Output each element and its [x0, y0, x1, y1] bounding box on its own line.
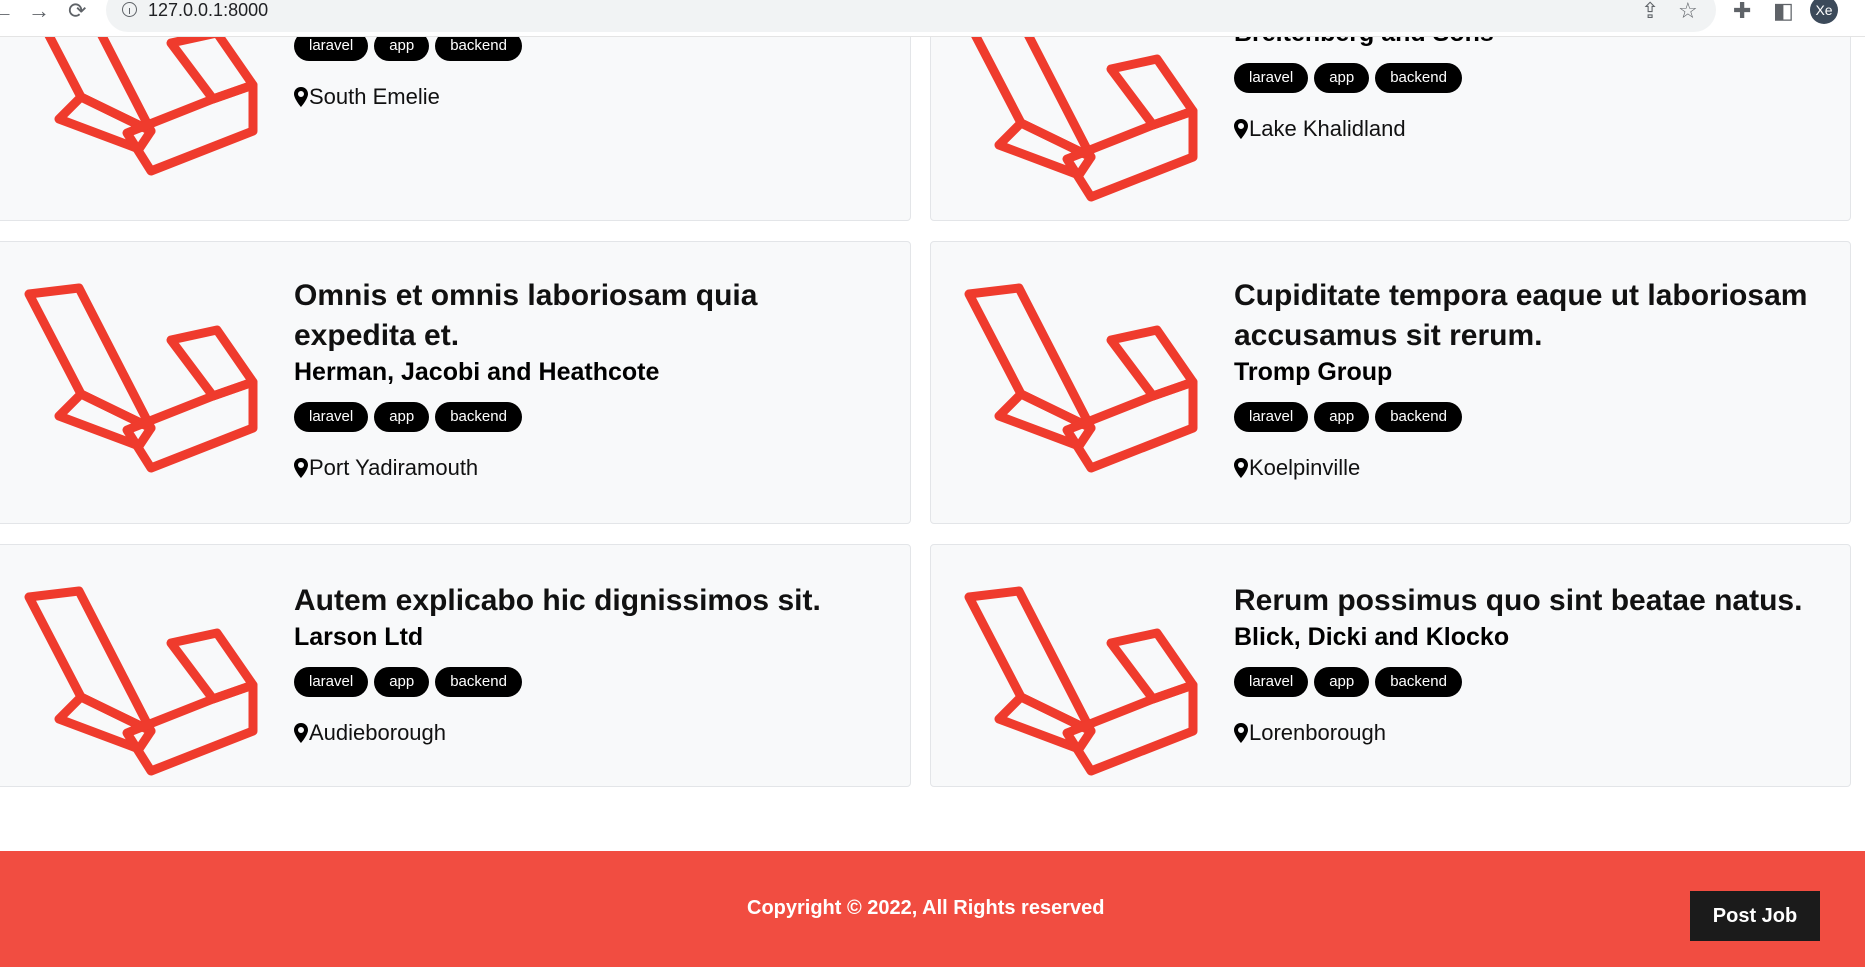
address-url[interactable]: 127.0.0.1:8000: [148, 0, 268, 21]
tag-laravel[interactable]: laravel: [1234, 667, 1309, 697]
job-location: South Emelie: [294, 83, 874, 111]
tag-laravel[interactable]: laravel: [1234, 63, 1309, 93]
tag-backend[interactable]: backend: [435, 667, 522, 697]
job-location: Port Yadiramouth: [294, 454, 874, 482]
tag-backend[interactable]: backend: [1375, 63, 1462, 93]
map-pin-icon: [294, 723, 308, 743]
tag-laravel[interactable]: laravel: [294, 402, 369, 432]
tag-app[interactable]: app: [374, 402, 430, 432]
job-location: Lorenborough: [1234, 719, 1814, 747]
job-location: Audieborough: [294, 719, 874, 747]
location-text: Port Yadiramouth: [309, 455, 479, 480]
forward-arrow-icon[interactable]: →: [28, 0, 50, 22]
tag-backend[interactable]: backend: [1375, 402, 1462, 432]
site-info-icon[interactable]: [122, 2, 137, 17]
laravel-logo-icon: [964, 586, 1198, 776]
tag-list: laravel app backend: [1234, 402, 1814, 432]
company-name: Herman, Jacobi and Heathcote: [294, 358, 660, 386]
profile-avatar[interactable]: Xe: [1810, 0, 1838, 24]
back-arrow-icon[interactable]: ←: [0, 0, 14, 22]
address-bar[interactable]: 127.0.0.1:8000 ⇪ ☆: [106, 0, 1716, 32]
laravel-logo-icon: [24, 283, 258, 473]
copyright-text: Copyright © 2022, All Rights reserved: [747, 897, 1105, 919]
post-job-button[interactable]: Post Job: [1690, 891, 1820, 941]
location-text: South Emelie: [309, 84, 440, 109]
share-icon[interactable]: ⇪: [1641, 0, 1659, 22]
tag-app[interactable]: app: [374, 667, 430, 697]
extensions-puzzle-icon[interactable]: ✚: [1733, 0, 1751, 22]
tag-list: laravel app backend: [1234, 667, 1814, 697]
job-details: Omnis et omnis laboriosam quia expedita …: [294, 276, 874, 482]
laravel-logo-icon: [964, 12, 1198, 202]
job-card[interactable]: Autem explicabo hic dignissimos sit. Lars…: [0, 544, 911, 787]
laravel-logo-icon: [964, 283, 1198, 473]
job-card[interactable]: Rerum possimus quo sint beatae natus. Bli…: [930, 544, 1851, 787]
company-name: Tromp Group: [1234, 358, 1393, 386]
tag-backend[interactable]: backend: [1375, 667, 1462, 697]
company-logo: [21, 581, 261, 786]
company-name: Blick, Dicki and Klocko: [1234, 623, 1510, 651]
laravel-logo-icon: [24, 586, 258, 776]
tag-app[interactable]: app: [1314, 667, 1370, 697]
job-title[interactable]: Autem explicabo hic dignissimos sit.: [294, 581, 874, 621]
location-text: Lake Khalidland: [1249, 116, 1406, 141]
company-logo: [961, 278, 1201, 483]
tag-backend[interactable]: backend: [435, 402, 522, 432]
job-card[interactable]: Omnis et omnis laboriosam quia expedita …: [0, 241, 911, 524]
company-logo: [961, 7, 1201, 212]
job-title[interactable]: Omnis et omnis laboriosam quia expedita …: [294, 276, 874, 356]
job-card[interactable]: Cupiditate tempora eaque ut laboriosam a…: [930, 241, 1851, 524]
map-pin-icon: [294, 458, 308, 478]
job-details: Rerum possimus quo sint beatae natus. Bli…: [1234, 581, 1814, 747]
location-text: Lorenborough: [1249, 720, 1387, 745]
job-location: Lake Khalidland: [1234, 115, 1814, 143]
reload-icon[interactable]: ⟳: [68, 0, 86, 22]
map-pin-icon: [1234, 723, 1248, 743]
job-location: Koelpinville: [1234, 454, 1814, 482]
location-text: Koelpinville: [1249, 455, 1361, 480]
company-name: Larson Ltd: [294, 623, 424, 651]
tag-laravel[interactable]: laravel: [1234, 402, 1309, 432]
tag-list: laravel app backend: [294, 667, 874, 697]
browser-toolbar: ← → ⟳ 127.0.0.1:8000 ⇪ ☆ ✚ ◧ Xe: [0, 0, 1865, 37]
footer: Copyright © 2022, All Rights reserved Po…: [0, 851, 1865, 967]
company-logo: [961, 581, 1201, 786]
company-logo: [21, 278, 261, 483]
side-panel-icon[interactable]: ◧: [1773, 0, 1794, 22]
job-details: Cupiditate tempora eaque ut laboriosam a…: [1234, 276, 1814, 482]
map-pin-icon: [294, 87, 308, 107]
job-title[interactable]: Rerum possimus quo sint beatae natus.: [1234, 581, 1814, 621]
tag-list: laravel app backend: [294, 402, 874, 432]
tag-app[interactable]: app: [1314, 63, 1370, 93]
map-pin-icon: [1234, 458, 1248, 478]
job-title[interactable]: Cupiditate tempora eaque ut laboriosam a…: [1234, 276, 1814, 356]
map-pin-icon: [1234, 119, 1248, 139]
location-text: Audieborough: [309, 720, 447, 745]
bookmark-star-icon[interactable]: ☆: [1678, 0, 1698, 22]
tag-laravel[interactable]: laravel: [294, 667, 369, 697]
tag-app[interactable]: app: [1314, 402, 1370, 432]
job-details: Autem explicabo hic dignissimos sit. Lars…: [294, 581, 874, 747]
tag-list: laravel app backend: [1234, 63, 1814, 93]
